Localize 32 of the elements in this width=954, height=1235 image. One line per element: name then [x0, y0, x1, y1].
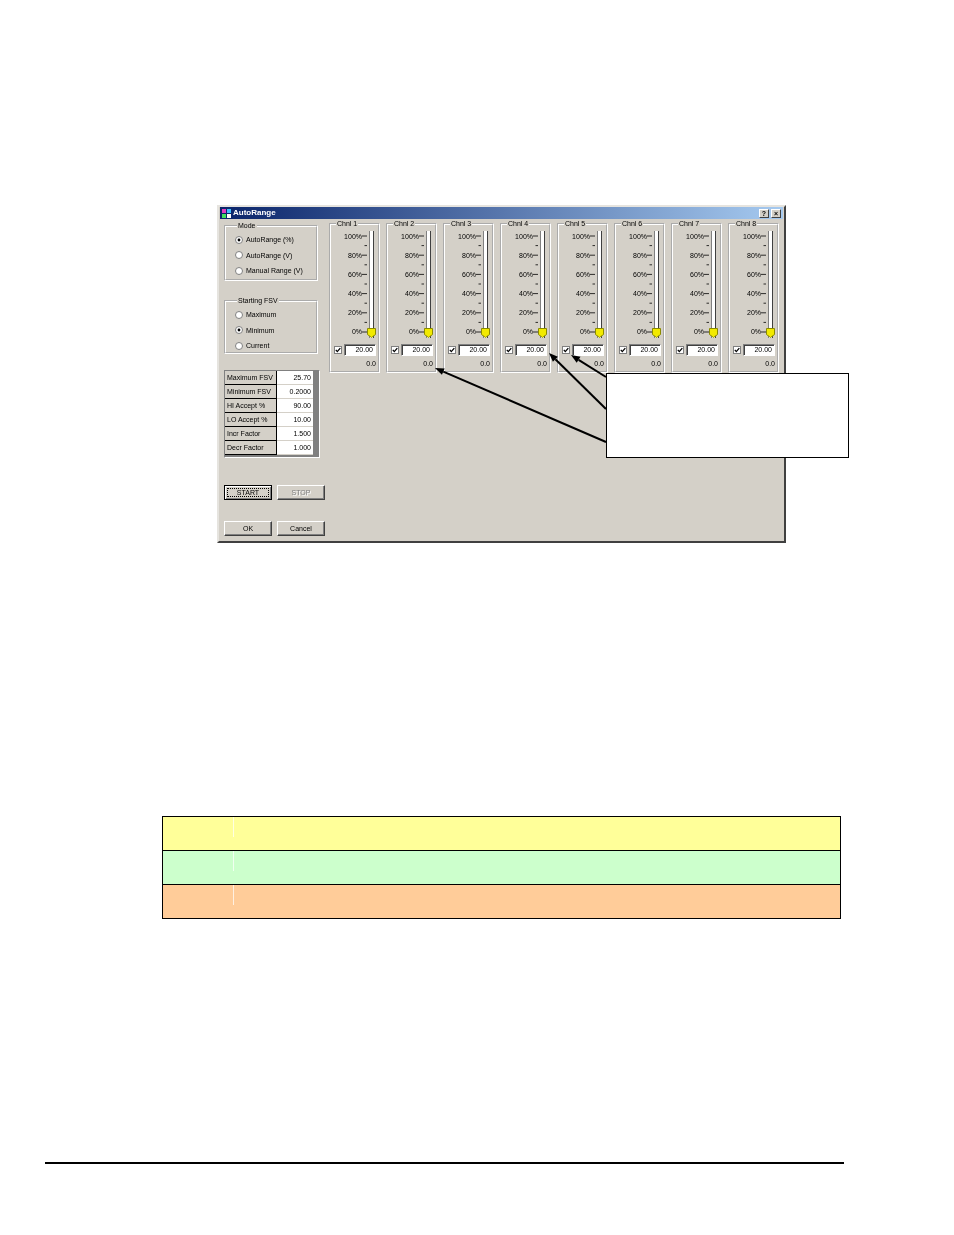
checkbox[interactable] — [733, 346, 741, 354]
window-title: AutoRange — [233, 207, 276, 219]
slider-track[interactable] — [595, 231, 604, 338]
slider-thumb[interactable] — [367, 327, 376, 338]
radio-button[interactable] — [235, 266, 243, 275]
app-icon — [222, 208, 231, 218]
slider-track[interactable] — [766, 231, 775, 338]
slider-thumb[interactable] — [538, 327, 547, 338]
slider-track[interactable] — [652, 231, 661, 338]
slider-thumb[interactable] — [709, 327, 718, 338]
slider-thumb[interactable] — [652, 327, 661, 338]
checkbox[interactable] — [391, 346, 399, 354]
checkbox[interactable] — [334, 346, 342, 354]
radio-button[interactable] — [235, 341, 243, 350]
slider-track[interactable] — [424, 231, 433, 338]
checkbox[interactable] — [505, 346, 513, 354]
radio-button[interactable] — [235, 326, 243, 335]
slider-thumb[interactable] — [766, 327, 775, 338]
checkbox[interactable] — [562, 346, 570, 354]
slider-track[interactable] — [367, 231, 376, 338]
slider-track[interactable] — [481, 231, 490, 338]
slider-thumb[interactable] — [481, 327, 490, 338]
checkbox[interactable] — [619, 346, 627, 354]
slider-track[interactable] — [538, 231, 547, 338]
slider-track[interactable] — [709, 231, 718, 338]
radio-button[interactable] — [235, 310, 243, 319]
slider-thumb[interactable] — [424, 327, 433, 338]
checkbox[interactable] — [676, 346, 684, 354]
checkbox[interactable] — [448, 346, 456, 354]
radio-button[interactable] — [235, 235, 243, 244]
slider-thumb[interactable] — [595, 327, 604, 338]
radio-button[interactable] — [235, 251, 243, 260]
